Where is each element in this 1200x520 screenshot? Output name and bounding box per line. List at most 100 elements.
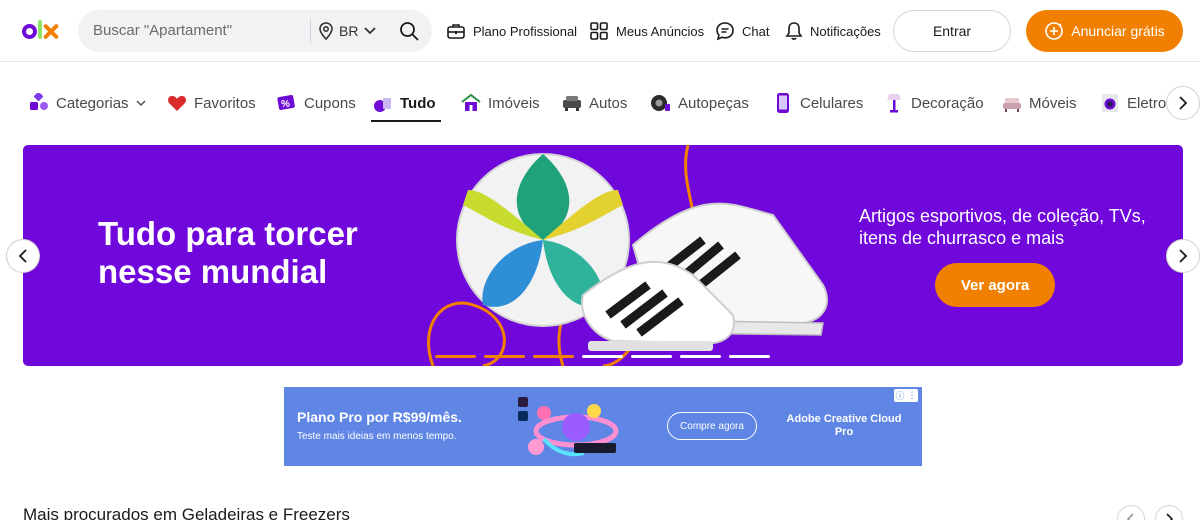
section-title: Mais procurados em Geladeiras e Freezers xyxy=(23,505,350,520)
ad-brand: Adobe Creative Cloud Pro xyxy=(786,413,902,438)
heart-icon xyxy=(168,95,186,111)
nav-label: Notificações xyxy=(810,23,881,39)
chevron-right-icon xyxy=(1166,513,1174,520)
location-label: BR xyxy=(339,23,359,39)
all-icon xyxy=(374,98,391,112)
phone-icon xyxy=(777,93,789,113)
nav-label: Plano Profissional xyxy=(473,23,578,39)
chevron-down-icon xyxy=(364,27,377,35)
category-decoracao[interactable]: Decoração xyxy=(884,90,984,116)
category-eletro[interactable]: Eletro xyxy=(1100,90,1166,116)
category-cupons[interactable]: % Cupons xyxy=(277,90,356,116)
carousel-dot[interactable] xyxy=(582,355,623,358)
carousel-dot[interactable] xyxy=(631,355,672,358)
briefcase-icon xyxy=(447,24,465,39)
banner-title: Tudo para torcer nesse mundial xyxy=(98,215,358,290)
banner-cta-button[interactable]: Ver agora xyxy=(935,263,1055,307)
svg-text:%: % xyxy=(281,99,290,110)
olx-logo[interactable] xyxy=(22,18,66,44)
category-categorias[interactable]: Categorias xyxy=(29,90,146,116)
ad-info-button[interactable]: ⓘ ⋮ xyxy=(894,389,918,402)
category-label: Autopeças xyxy=(678,94,749,112)
header: Buscar "Apartament" BR Plano Profissiona… xyxy=(0,0,1200,62)
category-imoveis[interactable]: Imóveis xyxy=(461,90,540,116)
tire-icon xyxy=(651,95,670,111)
carousel-dot[interactable] xyxy=(533,355,574,358)
category-favoritos[interactable]: Favoritos xyxy=(167,90,256,116)
bell-icon xyxy=(785,22,803,40)
search-icon xyxy=(400,22,419,41)
nav-plano-profissional[interactable]: Plano Profissional xyxy=(446,19,577,43)
section-next-button[interactable] xyxy=(1155,505,1183,520)
house-icon xyxy=(461,93,481,111)
ad-title: Plano Pro por R$99/mês. xyxy=(297,409,462,425)
carousel-indicators xyxy=(435,355,770,358)
plus-circle-icon xyxy=(1045,22,1064,40)
search-input[interactable]: Buscar "Apartament" xyxy=(93,22,232,39)
carousel-dot[interactable] xyxy=(729,355,770,358)
post-ad-label: Anunciar grátis xyxy=(1071,23,1165,39)
category-celulares[interactable]: Celulares xyxy=(773,90,863,116)
chevron-left-icon xyxy=(1126,513,1134,520)
logo-letter-x xyxy=(43,24,58,39)
carousel-dot[interactable] xyxy=(435,355,476,358)
category-bar: Categorias Favoritos % Cupons Tudo Imóve… xyxy=(0,62,1200,140)
nav-label: Chat xyxy=(742,23,770,39)
chevron-right-icon xyxy=(1179,96,1188,110)
logo-letter-l xyxy=(38,19,42,39)
category-label: Tudo xyxy=(400,94,436,112)
nav-notificacoes[interactable]: Notificações xyxy=(785,19,881,43)
coupon-icon: % xyxy=(277,95,295,110)
chevron-left-icon xyxy=(18,249,27,263)
category-label: Móveis xyxy=(1029,94,1077,112)
section-prev-button[interactable] xyxy=(1117,505,1145,520)
location-selector[interactable]: BR xyxy=(318,20,377,42)
chevron-down-icon xyxy=(136,100,146,106)
washer-icon xyxy=(1102,94,1118,112)
category-label: Cupons xyxy=(304,94,356,112)
search-button[interactable] xyxy=(396,18,422,44)
car-icon xyxy=(563,96,581,111)
category-label: Favoritos xyxy=(194,94,256,112)
advertisement-banner[interactable]: Plano Pro por R$99/mês. Teste mais ideia… xyxy=(284,387,922,466)
category-label: Celulares xyxy=(800,94,864,112)
banner-next-button[interactable] xyxy=(1166,239,1200,273)
ad-illustration xyxy=(518,397,619,457)
sofa-icon xyxy=(1003,98,1021,112)
location-pin-icon xyxy=(319,22,333,40)
chevron-right-icon xyxy=(1179,249,1188,263)
category-label: Imóveis xyxy=(488,94,540,112)
carousel-dot[interactable] xyxy=(484,355,525,358)
search-bar: Buscar "Apartament" BR xyxy=(78,10,432,52)
search-divider xyxy=(310,19,311,43)
category-label: Decoração xyxy=(911,94,984,112)
hero-banner[interactable]: Tudo para torcer nesse mundial Artigos e… xyxy=(23,145,1183,366)
more-options-icon: ⋮ xyxy=(907,390,917,400)
nav-label: Meus Anúncios xyxy=(616,23,705,39)
chat-icon xyxy=(716,22,734,41)
info-icon: ⓘ xyxy=(895,391,905,401)
category-label: Autos xyxy=(589,94,628,112)
category-label: Eletro xyxy=(1127,94,1167,112)
carousel-dot[interactable] xyxy=(680,355,721,358)
category-moveis[interactable]: Móveis xyxy=(1002,90,1077,116)
categories-icon xyxy=(30,93,48,110)
grid-icon xyxy=(590,22,608,40)
category-tudo[interactable]: Tudo xyxy=(373,90,436,116)
nav-meus-anuncios[interactable]: Meus Anúncios xyxy=(589,19,704,43)
nav-chat[interactable]: Chat xyxy=(715,19,769,43)
soccer-ball-and-cleats-image xyxy=(427,145,828,366)
ad-cta-button[interactable]: Compre agora xyxy=(667,412,757,440)
post-ad-button[interactable]: Anunciar grátis xyxy=(1026,10,1183,52)
ad-subtitle: Teste mais ideias em menos tempo. xyxy=(297,431,457,442)
category-autos[interactable]: Autos xyxy=(562,90,627,116)
category-autopecas[interactable]: Autopeças xyxy=(651,90,749,116)
active-category-indicator xyxy=(371,120,441,122)
logo-letter-o xyxy=(22,23,37,39)
lamp-icon xyxy=(887,94,901,113)
login-button[interactable]: Entrar xyxy=(893,10,1011,52)
category-label: Categorias xyxy=(56,94,129,112)
banner-subtitle: Artigos esportivos, de coleção, TVs, ite… xyxy=(859,206,1146,248)
category-next-button[interactable] xyxy=(1166,86,1200,120)
banner-prev-button[interactable] xyxy=(6,239,40,273)
